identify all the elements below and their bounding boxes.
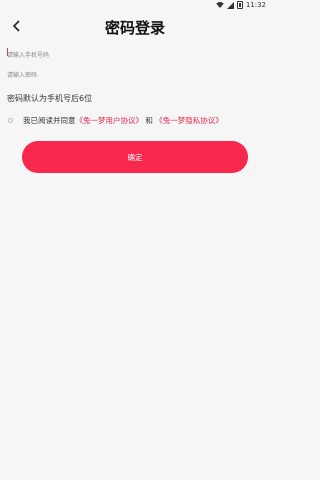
agreement-and: 和	[145, 115, 153, 125]
password-input[interactable]	[0, 65, 270, 86]
battery-icon	[236, 1, 243, 9]
wifi-icon	[216, 2, 224, 8]
agreement-checkbox[interactable]	[8, 117, 13, 123]
status-icons: 11:32	[216, 1, 266, 9]
agreement-row: 我已阅读并同意《兔一梦用户协议》 和 《兔一梦隐私协议》	[8, 114, 223, 126]
agreement-prefix: 我已阅读并同意	[23, 115, 76, 125]
phone-field[interactable]	[0, 42, 270, 66]
privacy-policy-link[interactable]: 《兔一梦隐私协议》	[155, 116, 223, 125]
status-bar: 11:32	[0, 0, 270, 12]
password-field[interactable]	[0, 62, 270, 86]
confirm-button[interactable]: 确定	[22, 141, 248, 173]
text-caret	[7, 48, 8, 56]
signal-icon	[226, 1, 234, 9]
user-agreement-link[interactable]: 《兔一梦用户协议》	[76, 116, 144, 125]
password-hint: 密码默认为手机号后6位	[7, 94, 93, 103]
status-time: 11:32	[245, 1, 266, 9]
header: 密码登录	[0, 12, 270, 42]
agreement-text: 我已阅读并同意《兔一梦用户协议》 和 《兔一梦隐私协议》	[23, 115, 223, 126]
page-title: 密码登录	[104, 19, 165, 37]
